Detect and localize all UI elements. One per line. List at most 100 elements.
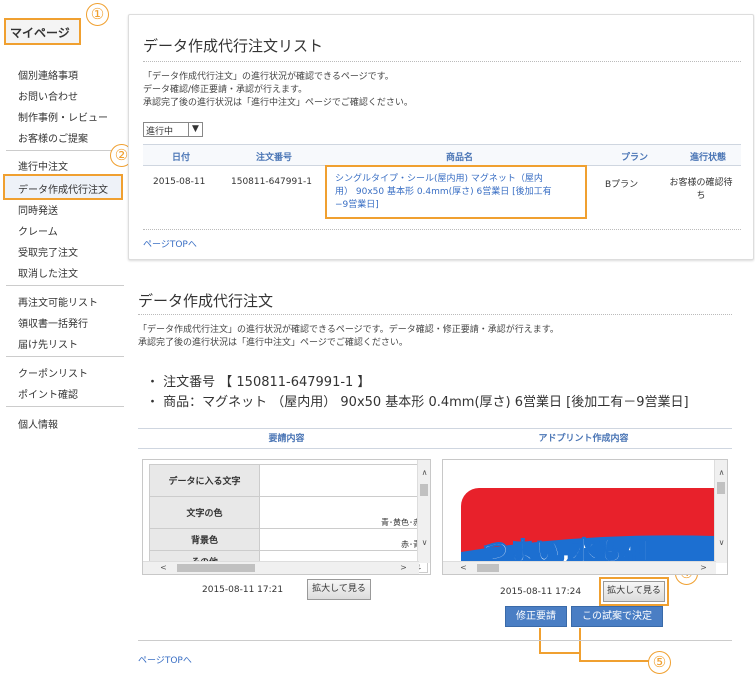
- status-filter-select[interactable]: 進行中 ▼: [143, 122, 203, 137]
- list-title: データ作成代行注文リスト: [143, 37, 324, 55]
- callout-connector: [579, 660, 649, 662]
- col-product: 商品名: [446, 153, 474, 163]
- proof-frame: つまい,水も和 ∧ ∨ < >: [442, 459, 728, 575]
- col-date: 日付: [172, 153, 191, 163]
- sidebar-divider: [6, 406, 124, 407]
- request-frame: データに入る文字 文字の色青･黄色･赤 背景色赤･青 その他水の写真とカイラスト…: [142, 459, 431, 575]
- sidebar-item-received[interactable]: 受取完了注文: [18, 244, 78, 259]
- proof-timestamp: 2015-08-11 17:24: [500, 587, 582, 597]
- sidebar-item-receipts[interactable]: 領収書一括発行: [18, 315, 88, 330]
- status-filter-value: 進行中: [146, 127, 174, 137]
- product-line-2: 用） 90x50 基本形 0.4mm(厚さ) 6営業日 [後加工有: [335, 187, 552, 197]
- list-desc-1: 「データ作成代行注文」の進行状況が確認できるページです。: [143, 72, 394, 82]
- row-status-line-1: お客様の確認待: [669, 178, 733, 188]
- sidebar-item-data-creation[interactable]: データ作成代行注文: [3, 174, 123, 200]
- sidebar-item-coupons[interactable]: クーポンリスト: [18, 365, 88, 380]
- scroll-left-icon[interactable]: <: [457, 563, 470, 572]
- mypage-link[interactable]: マイページ: [4, 18, 81, 45]
- scroll-thumb[interactable]: [177, 564, 255, 572]
- sidebar-divider: [6, 356, 124, 357]
- request-key: 背景色: [149, 528, 260, 551]
- zoom-proof-button[interactable]: 拡大して見る: [603, 581, 665, 602]
- sidebar-item-inquiry[interactable]: お問い合わせ: [18, 88, 78, 103]
- row-status-line-2: ち: [696, 191, 706, 201]
- order-list-panel: データ作成代行注文リスト 「データ作成代行注文」の進行状況が確認できるページです…: [128, 14, 754, 260]
- revise-request-button[interactable]: 修正要請: [505, 606, 567, 627]
- sidebar-item-reorder[interactable]: 再注文可能リスト: [18, 294, 98, 309]
- request-timestamp: 2015-08-11 17:21: [202, 585, 284, 595]
- request-header: 要請内容: [138, 429, 435, 449]
- table-row: 文字の色 青･黄色･赤: [149, 496, 428, 529]
- callout-5: ⑤: [648, 651, 671, 674]
- col-status: 進行状態: [690, 153, 727, 163]
- row-date: 2015-08-11: [153, 177, 206, 187]
- page-top-link[interactable]: ページTOPへ: [143, 237, 197, 250]
- divider: [143, 61, 741, 62]
- request-key: データに入る文字: [149, 464, 260, 497]
- scroll-down-icon[interactable]: ∨: [715, 538, 727, 547]
- sidebar-item-points[interactable]: ポイント確認: [18, 386, 78, 401]
- list-desc-3: 承認完了後の進行状況は「進行中注文」ページでご確認ください。: [143, 98, 413, 108]
- proof-preview-text: つまい,水も和: [483, 537, 649, 563]
- col-plan: プラン: [621, 153, 649, 163]
- sidebar-item-notices[interactable]: 個別連絡事項: [18, 67, 78, 82]
- callout-1: ①: [86, 3, 109, 26]
- horizontal-scrollbar[interactable]: < >: [143, 561, 419, 574]
- scroll-thumb[interactable]: [420, 484, 428, 496]
- sidebar-item-cancelled[interactable]: 取消した注文: [18, 265, 78, 280]
- col-order-no: 注文番号: [256, 153, 293, 163]
- product-line-1: シングルタイプ・シール(屋内用) マグネット（屋内: [335, 174, 543, 184]
- table-header: 日付 注文番号 商品名 プラン 進行状態: [143, 144, 741, 166]
- callout-connector: [539, 628, 541, 654]
- scroll-down-icon[interactable]: ∨: [418, 538, 430, 547]
- table-row: データに入る文字: [149, 464, 428, 497]
- scroll-up-icon[interactable]: ∧: [715, 468, 727, 477]
- order-number-line: ・ 注文番号 【 150811-647991-1 】: [146, 375, 371, 390]
- product-line-3: −9営業日]: [335, 200, 379, 210]
- sidebar-item-simultaneous[interactable]: 同時発送: [18, 202, 58, 217]
- row-plan: Bプラン: [605, 180, 639, 190]
- request-value: 青･黄色･赤: [259, 496, 428, 529]
- page-top-link-bottom[interactable]: ページTOPへ: [138, 653, 192, 666]
- vertical-scrollbar[interactable]: ∧ ∨: [714, 460, 727, 563]
- sidebar-item-claims[interactable]: クレーム: [18, 223, 58, 238]
- proof-header: アドプリント作成内容: [435, 429, 732, 449]
- sidebar-item-proposals[interactable]: お客様のご提案: [18, 130, 88, 145]
- sidebar-item-reviews[interactable]: 制作事例・レビュー: [18, 109, 108, 124]
- divider: [138, 640, 732, 641]
- sidebar-item-in-progress[interactable]: 進行中注文: [18, 158, 68, 173]
- detail-title: データ作成代行注文: [138, 292, 274, 310]
- request-table: データに入る文字 文字の色青･黄色･赤 背景色赤･青 その他水の写真とカイラスト…: [149, 464, 428, 573]
- request-value: 赤･青: [259, 528, 428, 551]
- list-desc-2: データ確認/修正要請・承認が行えます。: [143, 85, 308, 95]
- row-order-no: 150811-647991-1: [231, 177, 312, 187]
- scroll-right-icon[interactable]: >: [397, 563, 410, 572]
- detail-desc-2: 承認完了後の進行状況は「進行中注文」ページでご確認ください。: [138, 338, 408, 348]
- table-row: 背景色 赤･青: [149, 528, 428, 551]
- request-key: 文字の色: [149, 496, 260, 529]
- scroll-left-icon[interactable]: <: [157, 563, 170, 572]
- request-value: [259, 464, 428, 497]
- compare-area: 要請内容 アドプリント作成内容 データに入る文字 文字の色 青･黄色･赤 背景色赤…: [138, 428, 732, 628]
- proof-preview-image: つまい,水も和: [443, 460, 715, 563]
- sidebar-item-addresses[interactable]: 届け先リスト: [18, 336, 78, 351]
- vertical-scrollbar[interactable]: ∧ ∨: [417, 460, 430, 563]
- product-link[interactable]: シングルタイプ・シール(屋内用) マグネット（屋内 用） 90x50 基本形 0…: [325, 165, 587, 219]
- sidebar-item-profile[interactable]: 個人情報: [18, 416, 58, 431]
- row-status: お客様の確認待 ち: [663, 177, 739, 203]
- horizontal-scrollbar[interactable]: < >: [443, 561, 716, 574]
- sidebar-divider: [6, 150, 124, 151]
- scroll-thumb[interactable]: [477, 564, 499, 572]
- detail-desc-1: 「データ作成代行注文」の進行状況が確認できるページです。データ確認・修正要請・承…: [138, 325, 559, 335]
- scroll-thumb[interactable]: [717, 482, 725, 494]
- chevron-down-icon: ▼: [188, 123, 202, 136]
- scroll-up-icon[interactable]: ∧: [418, 468, 430, 477]
- scroll-right-icon[interactable]: >: [697, 563, 710, 572]
- product-line: ・ 商品：マグネット （屋内用） 90x50 基本形 0.4mm(厚さ) 6営業…: [146, 395, 689, 410]
- divider: [138, 314, 732, 315]
- callout-connector: [539, 652, 581, 654]
- sidebar: マイページ 個別連絡事項 お問い合わせ 制作事例・レビュー お客様のご提案 進行…: [0, 0, 126, 677]
- zoom-request-button[interactable]: 拡大して見る: [307, 579, 371, 600]
- callout-connector: [579, 628, 581, 662]
- approve-proof-button[interactable]: この試案で決定: [571, 606, 663, 627]
